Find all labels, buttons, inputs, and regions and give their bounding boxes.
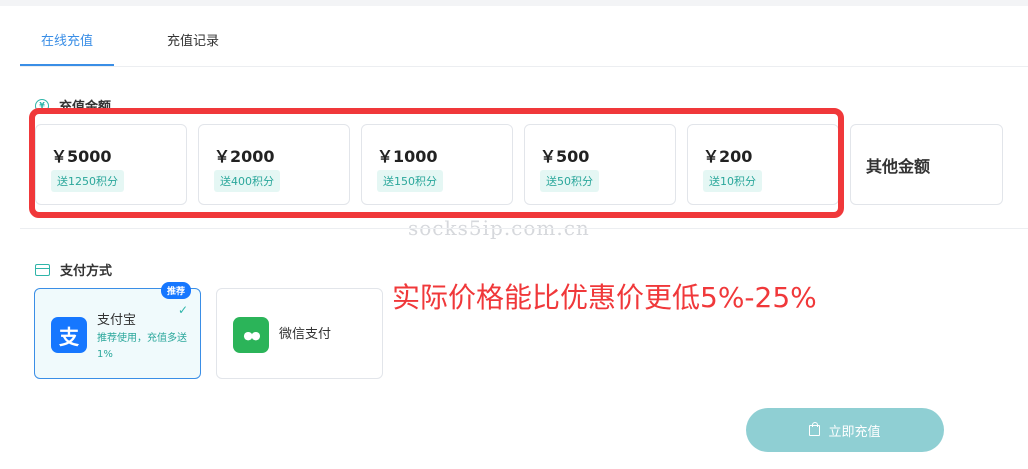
recharge-now-button[interactable]: 立即充值	[746, 408, 944, 452]
tab-recharge-history[interactable]: 充值记录	[167, 30, 219, 49]
payment-name: 支付宝	[97, 313, 137, 328]
amount-value: ￥500	[540, 147, 590, 166]
amount-section-header: ¥ 充值金额	[35, 96, 111, 115]
bonus-badge: 送150积分	[377, 170, 443, 192]
yen-circle-icon: ¥	[35, 98, 49, 113]
bonus-badge: 送400积分	[214, 170, 280, 192]
recommend-badge: 推荐	[161, 282, 192, 299]
payment-option-alipay[interactable]: 支 支付宝 推荐使用，充值多送1%	[34, 288, 201, 379]
payment-option-wechat[interactable]: ●● 微信支付	[216, 288, 383, 379]
check-icon: ✓	[178, 303, 189, 317]
bonus-badge: 送10积分	[703, 170, 762, 192]
amount-option-500[interactable]: ￥500 送50积分	[524, 124, 676, 205]
section-divider	[20, 228, 1028, 229]
bonus-badge: 送50积分	[540, 170, 599, 192]
promo-annotation-text: 实际价格能比优惠价更低5%-25%	[392, 281, 817, 314]
amount-value: ￥200	[703, 147, 753, 166]
bonus-badge: 送1250积分	[51, 170, 124, 192]
amount-value: ￥1000	[377, 147, 438, 166]
shopping-bag-icon	[809, 421, 821, 436]
active-tab-indicator	[20, 64, 114, 66]
card-icon	[35, 263, 50, 276]
payment-section-title: 支付方式	[60, 264, 113, 279]
amount-section-title: 充值金额	[59, 100, 112, 115]
amount-option-2000[interactable]: ￥2000 送400积分	[198, 124, 350, 205]
amount-option-other[interactable]: 其他金额	[850, 124, 1003, 205]
alipay-icon: 支	[51, 317, 87, 353]
wechat-icon: ●●	[233, 317, 269, 353]
payment-section-header: 支付方式	[35, 260, 112, 279]
amount-option-200[interactable]: ￥200 送10积分	[687, 124, 839, 205]
payment-name: 微信支付	[279, 327, 332, 342]
amount-option-1000[interactable]: ￥1000 送150积分	[361, 124, 513, 205]
payment-description: 推荐使用，充值多送1%	[97, 333, 187, 360]
amount-option-5000[interactable]: ￥5000 送1250积分	[35, 124, 187, 205]
amount-value: ￥2000	[214, 147, 275, 166]
recharge-now-label: 立即充值	[828, 423, 881, 439]
tab-online-recharge[interactable]: 在线充值	[41, 30, 93, 49]
tab-bar: 在线充值 充值记录	[20, 22, 1028, 67]
amount-value: ￥5000	[51, 147, 112, 166]
